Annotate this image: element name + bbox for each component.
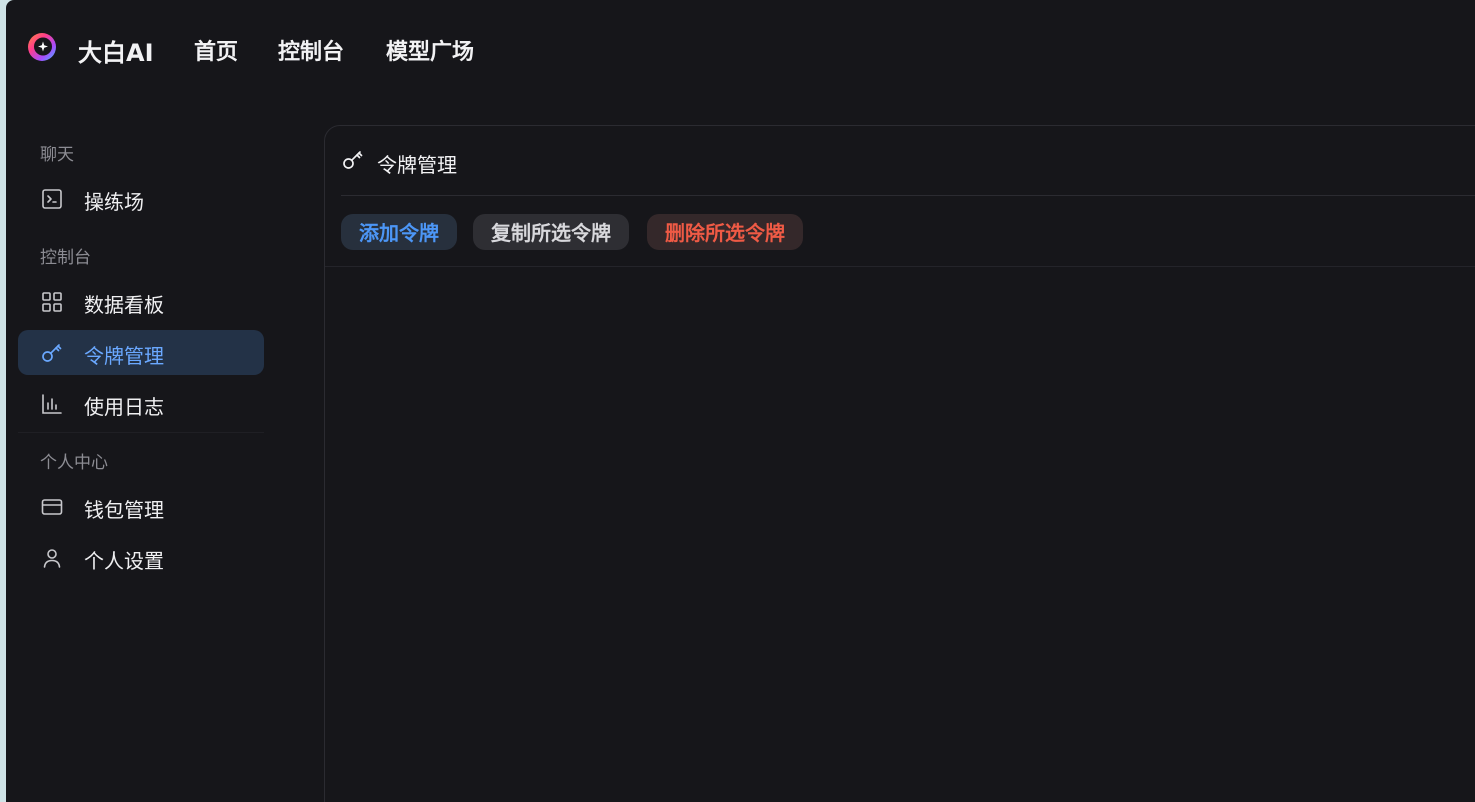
- sidebar-item-label: 数据看板: [84, 293, 164, 317]
- bar-chart-icon: [42, 394, 62, 414]
- sidebar-item-wallet[interactable]: 钱包管理: [18, 484, 264, 529]
- sidebar-item-label: 操练场: [84, 190, 144, 214]
- sidebar-item-label: 令牌管理: [84, 344, 164, 368]
- user-icon: [43, 549, 61, 568]
- nav-models-link[interactable]: 模型广场: [386, 34, 474, 66]
- key-icon: [42, 344, 62, 362]
- sidebar-item-dashboard[interactable]: 数据看板: [18, 279, 264, 324]
- section-title-chat: 聊天: [40, 145, 74, 165]
- sidebar-item-label: 钱包管理: [84, 498, 164, 522]
- add-token-button[interactable]: 添加令牌: [341, 214, 457, 250]
- sidebar-item-usage-logs[interactable]: 使用日志: [18, 381, 264, 426]
- token-management-panel: 令牌管理 添加令牌 复制所选令牌 删除所选令牌: [324, 125, 1475, 802]
- sidebar-item-tokens[interactable]: 令牌管理: [18, 330, 264, 375]
- top-header: 大白AI 首页 控制台 模型广场: [6, 0, 1475, 96]
- key-icon: [343, 151, 363, 169]
- sidebar: 聊天 操练场 控制台 数据看板 令牌管理 使用日志 个人中心 钱包管理 个人设置: [6, 126, 324, 802]
- toolbar-divider: [325, 266, 1475, 267]
- brand-logo-icon[interactable]: [26, 31, 58, 63]
- sidebar-divider: [18, 432, 264, 433]
- sidebar-item-label: 个人设置: [84, 549, 164, 573]
- header-divider: [341, 195, 1475, 196]
- credit-card-icon: [41, 499, 63, 515]
- delete-selected-tokens-button[interactable]: 删除所选令牌: [647, 214, 803, 250]
- nav-console-link[interactable]: 控制台: [278, 34, 344, 66]
- sidebar-item-playground[interactable]: 操练场: [18, 176, 264, 221]
- page-title: 令牌管理: [377, 153, 457, 177]
- nav-home-link[interactable]: 首页: [194, 34, 238, 66]
- brand-name[interactable]: 大白AI: [78, 33, 154, 68]
- sidebar-item-settings[interactable]: 个人设置: [18, 535, 264, 580]
- section-title-personal: 个人中心: [40, 453, 108, 473]
- copy-selected-tokens-button[interactable]: 复制所选令牌: [473, 214, 629, 250]
- sidebar-item-label: 使用日志: [84, 395, 164, 419]
- dashboard-grid-icon: [42, 292, 62, 312]
- app-window: 大白AI 首页 控制台 模型广场 聊天 操练场 控制台 数据看板 令牌管理 使用…: [6, 0, 1475, 802]
- terminal-icon: [42, 189, 62, 209]
- section-title-console: 控制台: [40, 248, 91, 268]
